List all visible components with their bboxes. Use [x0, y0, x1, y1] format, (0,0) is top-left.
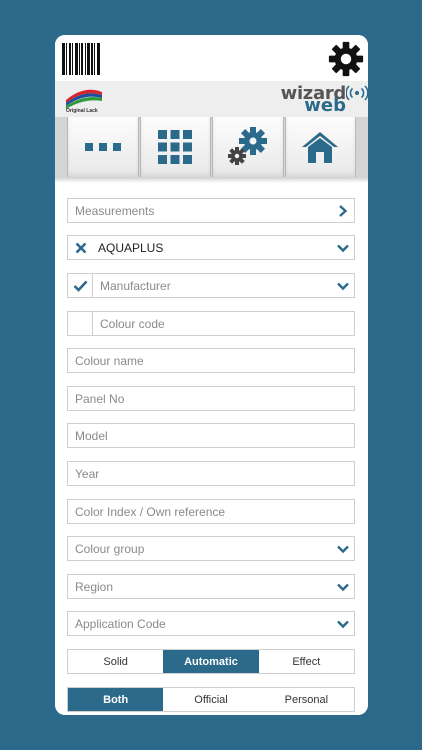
dots-icon	[84, 143, 121, 151]
measurements-row[interactable]: Measurements	[67, 198, 355, 223]
source-option-official[interactable]: Official	[163, 688, 258, 711]
tab-home[interactable]	[284, 117, 356, 177]
tab-grid[interactable]	[139, 117, 211, 177]
brand-web-text: web	[304, 95, 346, 116]
region-select[interactable]: Region	[67, 574, 355, 599]
colour-code-field[interactable]: Colour code	[67, 311, 355, 336]
chevron-down-icon	[332, 574, 354, 599]
source-segmented-control: Both Official Personal	[67, 687, 355, 712]
chevron-down-icon	[332, 536, 354, 561]
tab-bar	[55, 117, 368, 177]
clear-icon[interactable]	[68, 236, 93, 259]
wireless-signal-icon	[346, 85, 368, 101]
source-option-personal[interactable]: Personal	[259, 688, 354, 711]
tab-more[interactable]	[67, 117, 139, 177]
colour-name-field[interactable]: Colour name	[67, 348, 355, 373]
finish-option-effect[interactable]: Effect	[259, 650, 354, 673]
region-label: Region	[75, 579, 114, 594]
brand-select[interactable]: AQUAPLUS	[67, 235, 355, 260]
main-panel: Original Lack wizard web Measurements AQ…	[55, 35, 368, 715]
brand-left-text: Original Lack	[66, 108, 98, 114]
finish-segmented-control: Solid Automatic Effect	[67, 649, 355, 674]
chevron-down-icon	[332, 611, 354, 636]
chevron-down-icon	[332, 235, 354, 260]
panel-no-input[interactable]: Panel No	[68, 392, 354, 406]
home-icon	[302, 132, 339, 163]
year-input[interactable]: Year	[68, 467, 354, 481]
chevron-right-icon	[332, 198, 354, 223]
chevron-down-icon	[332, 273, 354, 298]
grid-icon	[158, 130, 193, 164]
tab-settings[interactable]	[212, 117, 284, 177]
panel-no-field[interactable]: Panel No	[67, 386, 355, 411]
manufacturer-checkbox[interactable]	[68, 274, 93, 297]
checkmark-icon	[73, 280, 87, 292]
measurements-label: Measurements	[75, 203, 155, 218]
application-code-label: Application Code	[75, 616, 166, 631]
colour-code-input[interactable]: Colour code	[93, 317, 354, 331]
colour-code-checkbox[interactable]	[68, 312, 93, 335]
finish-option-automatic[interactable]: Automatic	[163, 650, 259, 673]
color-index-input[interactable]: Color Index / Own reference	[68, 505, 354, 519]
colour-group-label: Colour group	[75, 541, 145, 556]
tab-bar-shadow	[55, 177, 368, 183]
top-bar	[55, 35, 368, 81]
manufacturer-select[interactable]: Manufacturer	[67, 273, 355, 298]
brand-row: Original Lack wizard web	[55, 81, 368, 117]
colour-group-select[interactable]: Colour group	[67, 536, 355, 561]
brand-value: AQUAPLUS	[98, 240, 164, 255]
barcode-icon[interactable]	[62, 43, 100, 75]
manufacturer-label: Manufacturer	[100, 278, 171, 293]
finish-option-solid[interactable]: Solid	[68, 650, 163, 673]
gear-icon[interactable]	[327, 40, 365, 78]
colour-name-input[interactable]: Colour name	[68, 354, 354, 368]
color-index-field[interactable]: Color Index / Own reference	[67, 499, 355, 524]
source-option-both[interactable]: Both	[68, 688, 164, 711]
gears-icon	[227, 127, 267, 165]
year-field[interactable]: Year	[67, 461, 355, 486]
model-field[interactable]: Model	[67, 423, 355, 448]
application-code-select[interactable]: Application Code	[67, 611, 355, 636]
model-input[interactable]: Model	[68, 429, 354, 443]
